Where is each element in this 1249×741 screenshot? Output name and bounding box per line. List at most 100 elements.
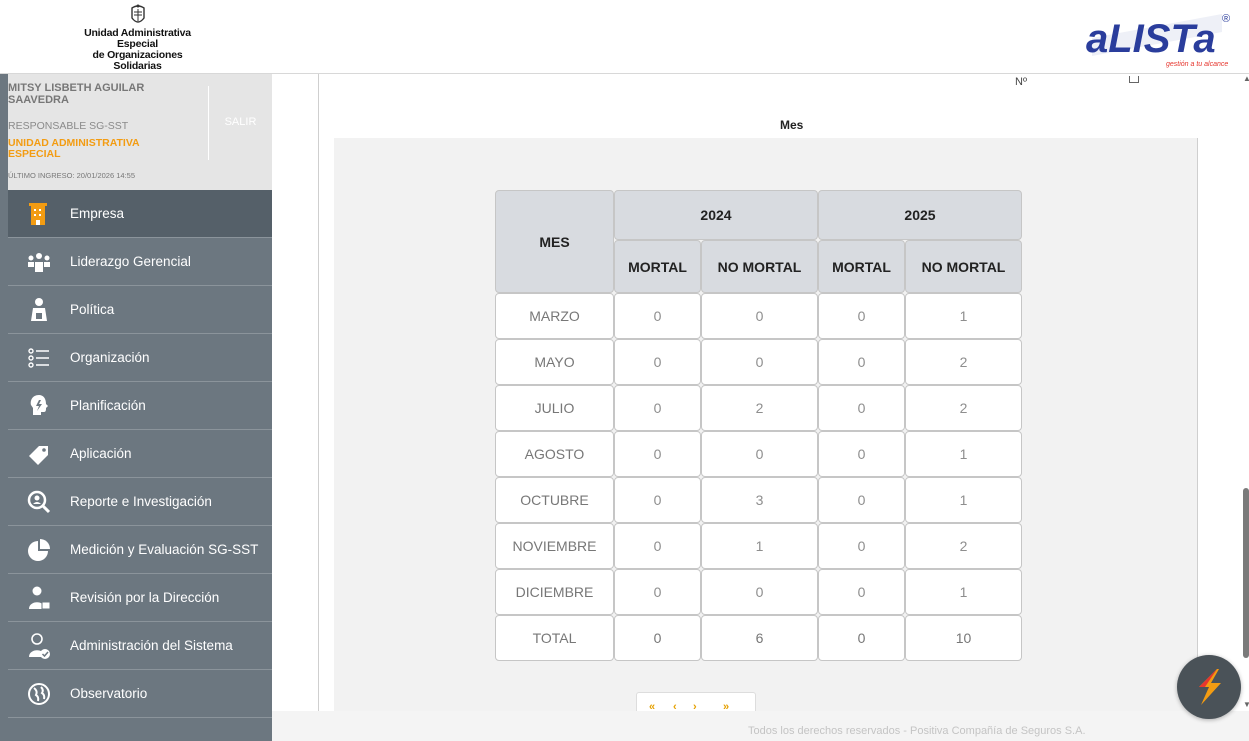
org-logo[interactable]: Unidad Administrativa Especial de Organi…: [70, 4, 205, 72]
menu-label: Reporte e Investigación: [70, 494, 212, 509]
table-cell: 0: [701, 293, 818, 339]
org-name-line1: Unidad Administrativa Especial: [84, 27, 191, 50]
scroll-down-arrow-icon[interactable]: ▼: [1243, 700, 1249, 709]
coat-of-arms-icon: [130, 4, 145, 23]
menu-item-planificacion[interactable]: Planificación: [8, 382, 272, 430]
footer-copyright: Todos los derechos reservados - Positiva…: [748, 725, 1086, 737]
lightning-s-icon: [1199, 669, 1221, 705]
menu-label: Empresa: [70, 206, 125, 221]
assistant-fab-button[interactable]: [1177, 655, 1241, 719]
table-cell: 0: [614, 385, 701, 431]
table-cell: 1: [905, 431, 1022, 477]
menu-item-revision[interactable]: Revisión por la Dirección: [8, 574, 272, 622]
speaker-person-icon: [8, 297, 70, 323]
table-row-month: DICIEMBRE: [495, 569, 614, 615]
table-cell: 2: [905, 339, 1022, 385]
table-cell: 0: [701, 339, 818, 385]
table-cell: 1: [905, 569, 1022, 615]
user-role: RESPONSABLE SG-SST: [8, 120, 129, 132]
header-mortal-2024: MORTAL: [614, 240, 701, 293]
table-cell: 0: [818, 523, 905, 569]
table-row-month: OCTUBRE: [495, 477, 614, 523]
menu-label: Política: [70, 302, 115, 317]
user-organization: UNIDAD ADMINISTRATIVA ESPECIAL: [8, 137, 140, 160]
table-cell: 0: [701, 569, 818, 615]
menu-label: Administración del Sistema: [70, 638, 233, 653]
manager-icon: [8, 585, 70, 611]
admin-user-icon: [8, 632, 70, 660]
globe-icon: [8, 682, 70, 706]
menu-label: Observatorio: [70, 686, 148, 701]
table-cell: 0: [614, 569, 701, 615]
menu-item-observatorio[interactable]: Observatorio: [8, 670, 272, 718]
table-cell: 0: [614, 431, 701, 477]
table-cell: 1: [905, 293, 1022, 339]
registered-mark: ®: [1222, 13, 1230, 25]
list-icon: [8, 346, 70, 370]
table-row-month: MARZO: [495, 293, 614, 339]
header-no-mortal-2024: NO MORTAL: [701, 240, 818, 293]
menu-item-empresa[interactable]: Empresa: [8, 190, 272, 238]
menu-item-administracion[interactable]: Administración del Sistema: [8, 622, 272, 670]
head-bolt-icon: [8, 393, 70, 419]
table-total-cell: 6: [701, 615, 818, 661]
header-year-2024: 2024: [614, 190, 818, 240]
main-menu: Empresa Liderazgo Gerencial Política Org…: [8, 190, 272, 718]
header-mes: MES: [495, 190, 614, 293]
menu-item-organizacion[interactable]: Organización: [8, 334, 272, 382]
table-cell: 0: [818, 477, 905, 523]
header-no-mortal-2025: NO MORTAL: [905, 240, 1022, 293]
app-header: Unidad Administrativa Especial de Organi…: [0, 0, 1249, 74]
table-cell: 0: [818, 569, 905, 615]
content-border: [318, 74, 319, 711]
menu-item-politica[interactable]: Política: [8, 286, 272, 334]
team-leader-icon: [8, 250, 70, 274]
table-cell: 2: [905, 385, 1022, 431]
pagination: « ‹ › »: [636, 692, 756, 713]
menu-label: Revisión por la Dirección: [70, 590, 220, 605]
header-mortal-2025: MORTAL: [818, 240, 905, 293]
table-cell: 0: [818, 385, 905, 431]
menu-label: Planificación: [70, 398, 146, 413]
table-cell: 1: [905, 477, 1022, 523]
table-total-cell: 0: [818, 615, 905, 661]
menu-item-liderazgo[interactable]: Liderazgo Gerencial: [8, 238, 272, 286]
panel-border: [1197, 138, 1198, 711]
table-cell: 0: [614, 293, 701, 339]
last-login: ÚLTIMO INGRESO: 20/01/2026 14:55: [8, 171, 136, 180]
chart-x-axis-title: Mes: [780, 118, 804, 132]
table-cell: 0: [614, 477, 701, 523]
table-cell: 0: [614, 523, 701, 569]
user-panel: MITSY LISBETH AGUILAR SAAVEDRA RESPONSAB…: [8, 74, 272, 190]
user-name: MITSY LISBETH AGUILAR SAAVEDRA: [8, 82, 145, 106]
table-cell: 1: [701, 523, 818, 569]
table-row-month: MAYO: [495, 339, 614, 385]
table-cell: 0: [701, 431, 818, 477]
menu-label: Medición y Evaluación SG-SST: [70, 542, 259, 557]
table-cell: 3: [701, 477, 818, 523]
brand-tagline: gestión a tu alcance: [1166, 61, 1228, 68]
table-row-month: JULIO: [495, 385, 614, 431]
table-total-cell: 10: [905, 615, 1022, 661]
logout-button[interactable]: SALIR: [208, 86, 272, 160]
scroll-up-arrow-icon[interactable]: ▲: [1243, 74, 1249, 83]
partial-legend-mark: [1129, 76, 1139, 83]
table-cell: 0: [818, 431, 905, 477]
table-row-month: NOVIEMBRE: [495, 523, 614, 569]
alista-logo[interactable]: aLISTa ® gestión a tu alcance: [1082, 8, 1232, 70]
table-cell: 0: [614, 339, 701, 385]
table-cell: 2: [701, 385, 818, 431]
menu-item-reporte[interactable]: Reporte e Investigación: [8, 478, 272, 526]
tag-icon: [8, 442, 70, 466]
menu-label: Organización: [70, 350, 150, 365]
brand-text: aLISTa: [1086, 17, 1216, 61]
menu-item-medicion[interactable]: Medición y Evaluación SG-SST: [8, 526, 272, 574]
header-year-2025: 2025: [818, 190, 1022, 240]
table-cell: 0: [818, 293, 905, 339]
table-row-month: AGOSTO: [495, 431, 614, 477]
table-cell: 2: [905, 523, 1022, 569]
menu-item-aplicacion[interactable]: Aplicación: [8, 430, 272, 478]
scrollbar-thumb[interactable]: [1243, 488, 1249, 658]
menu-label: Liderazgo Gerencial: [70, 254, 191, 269]
table-total-cell: 0: [614, 615, 701, 661]
